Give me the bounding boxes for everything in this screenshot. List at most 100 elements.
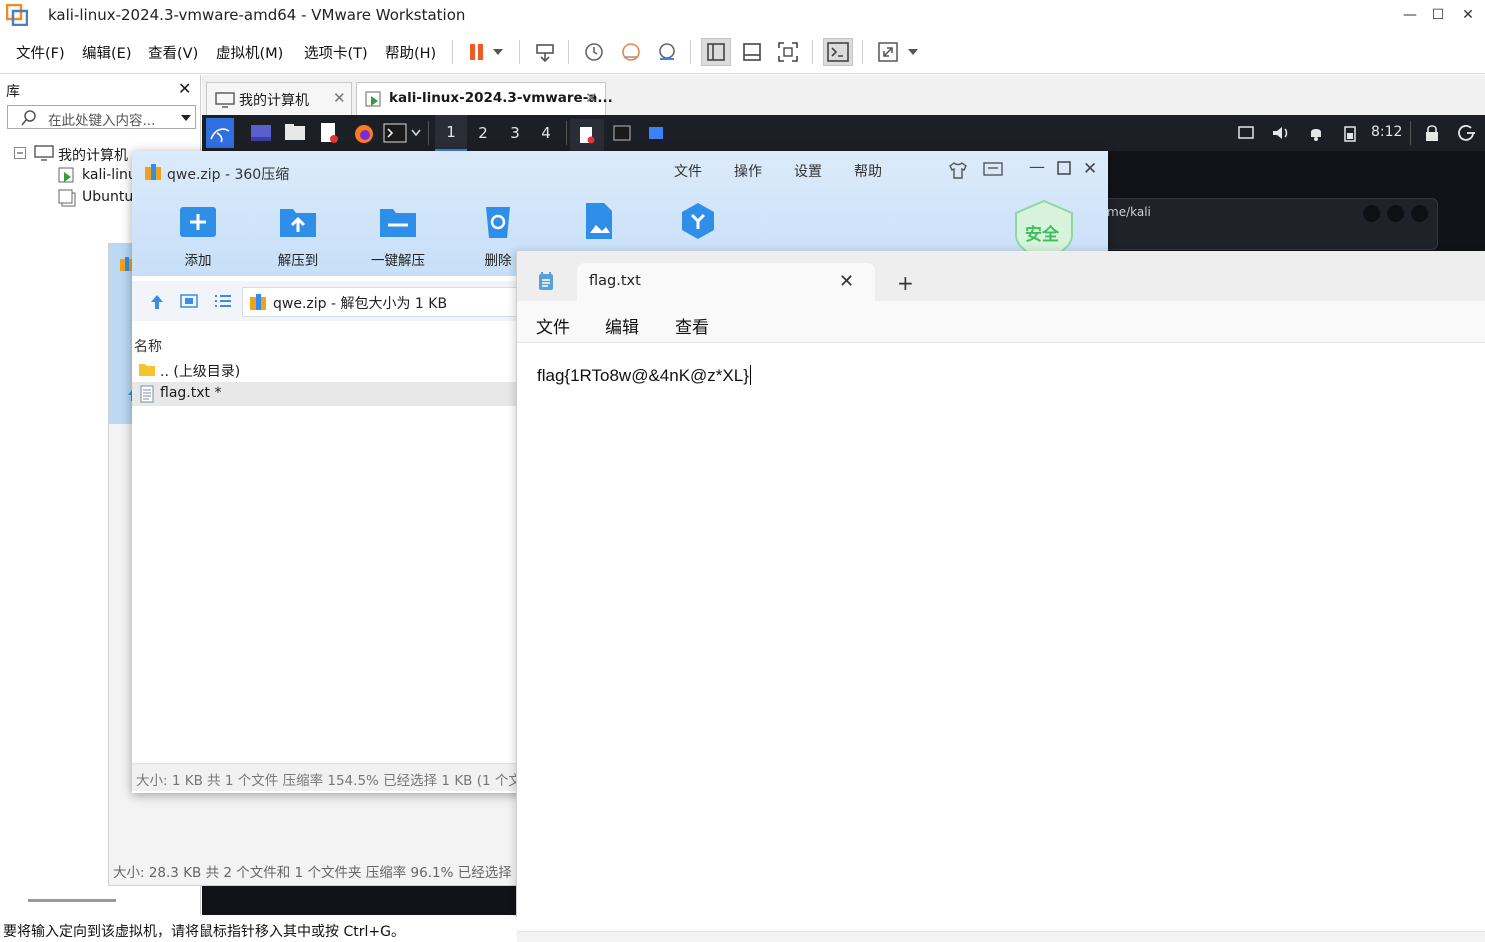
full-screen-icon[interactable] [773,38,803,66]
security-badge-icon[interactable]: 安全 [1012,199,1076,259]
file-manager-icon[interactable] [284,123,306,141]
list-item-name: .. (上级目录) [160,364,241,380]
workspace-2[interactable]: 2 [467,115,499,151]
menu-file[interactable]: 文件(F) [16,42,65,63]
zip-menu-action[interactable]: 操作 [734,161,762,181]
extract-to-button[interactable]: 解压到 [258,201,338,269]
snapshot-manager-icon[interactable] [652,38,682,66]
image-tool-button[interactable] [558,201,638,241]
list-item-name: flag.txt * [160,385,222,401]
workspace-3[interactable]: 3 [499,115,531,151]
task-terminal-icon[interactable] [613,125,631,141]
kali-menu-icon[interactable] [206,118,234,148]
notepad-tabbar: flag.txt ✕ + [517,251,1485,301]
lock-icon[interactable] [1424,124,1440,142]
stretch-guest-icon[interactable] [873,38,903,66]
vmware-menubar: 文件(F) 编辑(E) 查看(V) 虚拟机(M) 选项卡(T) 帮助(H) [0,30,1485,74]
zip-app-icon [144,163,162,181]
chevron-down-icon[interactable] [180,114,192,122]
power-icon[interactable] [1458,124,1476,142]
terminal-icon[interactable] [383,123,407,143]
tree-item-ubuntu[interactable]: Ubuntu [82,189,133,205]
menu-view[interactable]: 查看(V) [148,42,198,63]
terminal-path: me/kali [1107,205,1151,219]
delete-icon [478,201,518,241]
notepad-window[interactable]: flag.txt ✕ + 文件 编辑 查看 flag{1RTo8w@&4nK@z… [516,251,1485,942]
volume-icon[interactable] [1271,124,1291,142]
menu-vm[interactable]: 虚拟机(M) [216,42,283,63]
notepad-tab[interactable]: flag.txt ✕ [577,263,875,301]
battery-icon[interactable] [1343,124,1357,142]
zip-menu-help[interactable]: 帮助 [854,161,882,181]
computer-icon [34,145,54,161]
folder-icon [138,362,156,377]
desktop-icon[interactable] [250,124,272,142]
pause-dropdown-icon[interactable] [488,38,508,66]
console-view-icon[interactable] [823,38,853,66]
cloud-tool-button[interactable] [658,201,738,241]
chevron-down-icon[interactable] [411,129,421,137]
tree-collapse-icon[interactable] [14,147,26,159]
zip-address-bar[interactable]: qwe.zip - 解包大小为 1 KB [242,287,542,317]
terminal-maximize-button[interactable] [1387,205,1404,222]
notepad-new-tab-button[interactable]: + [897,271,914,295]
workspace-4[interactable]: 4 [530,115,562,151]
toolbar-separator [862,40,863,64]
thumbnail-view-icon[interactable] [180,294,198,308]
zip-minimize-button[interactable]: — [1029,157,1045,176]
thumbnail-bar-icon[interactable] [737,38,767,66]
maximize-button[interactable]: ☐ [1421,0,1455,30]
extract-icon [278,201,318,241]
notepad-app-icon [537,271,555,291]
list-view-icon[interactable] [214,294,232,308]
display-icon[interactable] [1237,124,1255,142]
notepad-text-area[interactable]: flag{1RTo8w@&4nK@z*XL} [537,365,751,386]
skin-icon[interactable] [948,161,968,179]
library-close-button[interactable]: ✕ [178,79,191,98]
terminal-minimize-button[interactable] [1363,205,1380,222]
up-arrow-icon[interactable] [150,294,164,310]
message-icon[interactable] [983,162,1003,178]
toolbar-separator [690,40,691,64]
task-app-icon[interactable] [648,126,664,140]
notepad-menu-file[interactable]: 文件 [536,313,570,338]
tab-close-button[interactable]: ✕ [333,89,346,107]
text-editor-icon[interactable] [319,122,339,144]
tree-item-my-computer[interactable]: 我的计算机 [58,145,128,165]
one-click-extract-button[interactable]: 一键解压 [358,201,438,269]
snapshot-icon[interactable] [579,38,609,66]
hexagon-icon [678,201,718,241]
add-button[interactable]: 添加 [158,201,238,269]
zip-close-button[interactable]: ✕ [1083,159,1097,179]
firefox-icon[interactable] [353,123,375,145]
notepad-menu-edit[interactable]: 编辑 [605,313,639,338]
text-caret [749,365,751,385]
tab-my-computer[interactable]: 我的计算机 ✕ [206,82,352,115]
task-text-editor-icon[interactable] [570,119,604,151]
image-icon [578,201,618,241]
zip-menu-file[interactable]: 文件 [674,161,702,181]
kali-terminal-window[interactable]: me/kali [1100,198,1438,250]
tab-close-button[interactable]: ✕ [585,89,598,107]
notifications-icon[interactable] [1307,124,1325,142]
close-button[interactable]: ✕ [1451,0,1485,30]
column-name-header[interactable]: 名称 [134,336,162,356]
tab-label: 我的计算机 [239,93,309,109]
revert-snapshot-icon[interactable] [616,38,646,66]
notepad-menu-view[interactable]: 查看 [675,313,709,338]
menu-help[interactable]: 帮助(H) [385,42,436,63]
tab-kali[interactable]: kali-linux-2024.3-vmware-a... ✕ [356,82,613,115]
menu-tabs[interactable]: 选项卡(T) [304,42,368,63]
library-search-input[interactable]: 在此处键入内容... [7,105,196,129]
zip-menu-settings[interactable]: 设置 [794,161,822,181]
stretch-dropdown-icon[interactable] [903,38,923,66]
notepad-tab-close-button[interactable]: ✕ [839,271,854,292]
workspace-1[interactable]: 1 [435,115,467,151]
kali-clock[interactable]: 8:12 [1371,124,1402,140]
zip-maximize-button[interactable] [1057,161,1071,175]
terminal-close-button[interactable] [1411,205,1428,222]
library-scrollbar[interactable] [28,899,116,902]
menu-edit[interactable]: 编辑(E) [82,42,131,63]
send-ctrl-alt-del-icon[interactable] [530,38,560,66]
show-library-icon[interactable] [701,38,731,66]
